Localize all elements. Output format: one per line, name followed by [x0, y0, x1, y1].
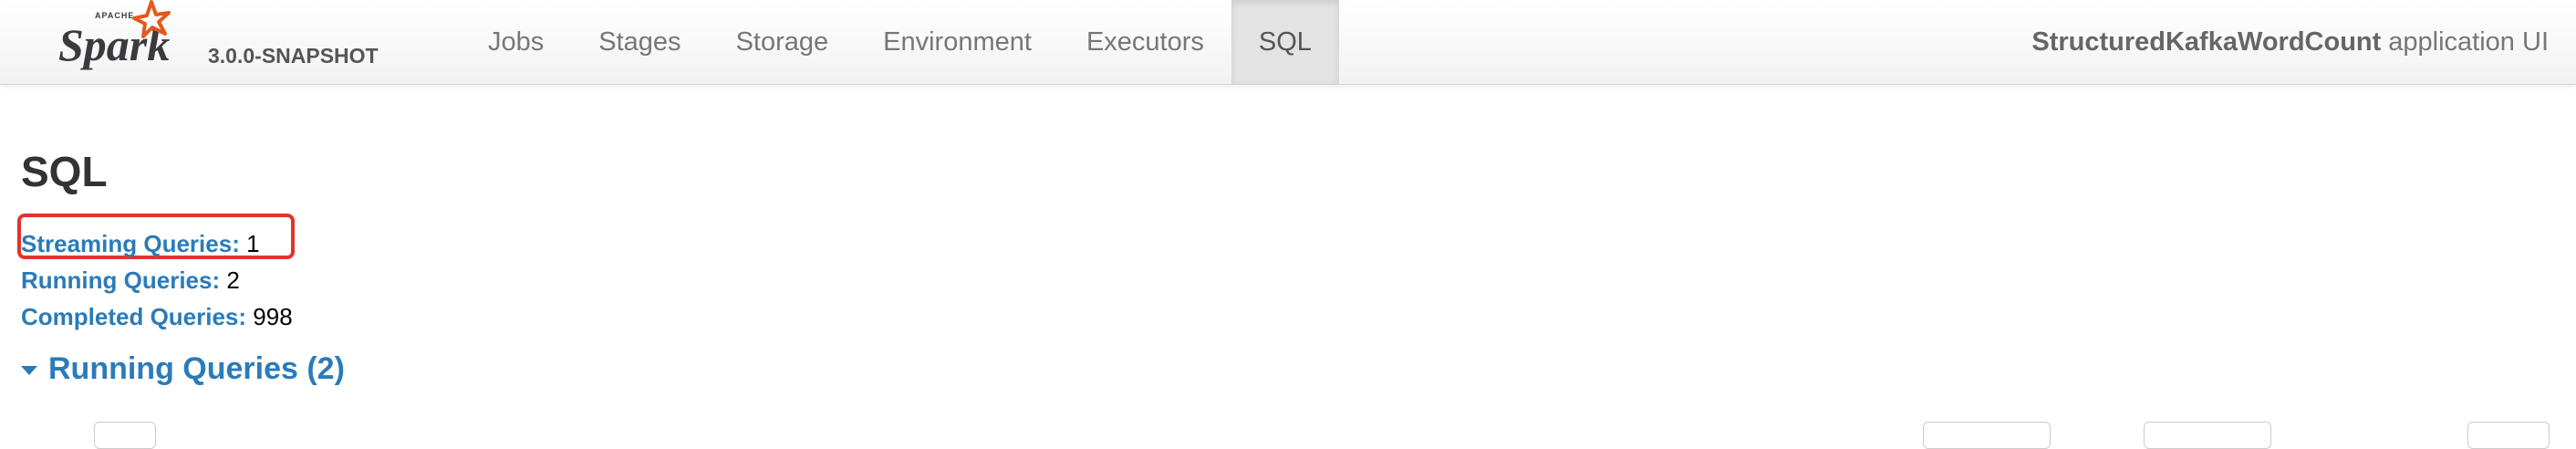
streaming-queries-link[interactable]: Streaming Queries: — [21, 230, 240, 257]
running-queries-link[interactable]: Running Queries: — [21, 266, 220, 294]
spark-brand[interactable]: APACHE Spark 3.0.0-SNAPSHOT — [57, 0, 403, 84]
tab-environment[interactable]: Environment — [856, 0, 1059, 84]
tab-executors[interactable]: Executors — [1059, 0, 1231, 84]
spark-version: 3.0.0-SNAPSHOT — [208, 44, 379, 68]
page-title: SQL — [21, 148, 108, 195]
spark-logo-icon: APACHE Spark — [58, 0, 171, 70]
summary-completed-queries: Completed Queries: 998 — [21, 298, 293, 335]
running-queries-section-toggle[interactable]: Running Queries (2) — [21, 349, 345, 389]
summary-running-queries: Running Queries: 2 — [21, 262, 293, 298]
tab-sql[interactable]: SQL — [1231, 0, 1339, 84]
running-queries-count: 2 — [226, 266, 240, 294]
application-suffix: application UI — [2388, 26, 2549, 57]
pagination-control-partial[interactable] — [1923, 422, 2051, 449]
tab-storage[interactable]: Storage — [709, 0, 857, 84]
pagination-control-partial[interactable] — [2467, 422, 2550, 449]
query-summary-list: Streaming Queries: 1 Running Queries: 2 … — [21, 225, 293, 335]
running-queries-section-title: Running Queries (2) — [48, 351, 345, 386]
application-title: StructuredKafkaWordCount application UI — [2031, 0, 2549, 84]
completed-queries-link[interactable]: Completed Queries: — [21, 303, 246, 330]
pagination-control-partial[interactable] — [2144, 422, 2271, 449]
application-name: StructuredKafkaWordCount — [2031, 26, 2382, 57]
summary-streaming-queries: Streaming Queries: 1 — [21, 225, 293, 262]
completed-queries-count: 998 — [253, 303, 293, 330]
streaming-queries-count: 1 — [246, 230, 260, 257]
collapse-arrow-icon — [21, 366, 37, 375]
top-navbar: APACHE Spark 3.0.0-SNAPSHOT Jobs Stages … — [0, 0, 2576, 85]
table-control-partial[interactable] — [94, 422, 156, 449]
tab-stages[interactable]: Stages — [571, 0, 708, 84]
tab-jobs[interactable]: Jobs — [461, 0, 571, 84]
main-nav: Jobs Stages Storage Environment Executor… — [461, 0, 1339, 84]
